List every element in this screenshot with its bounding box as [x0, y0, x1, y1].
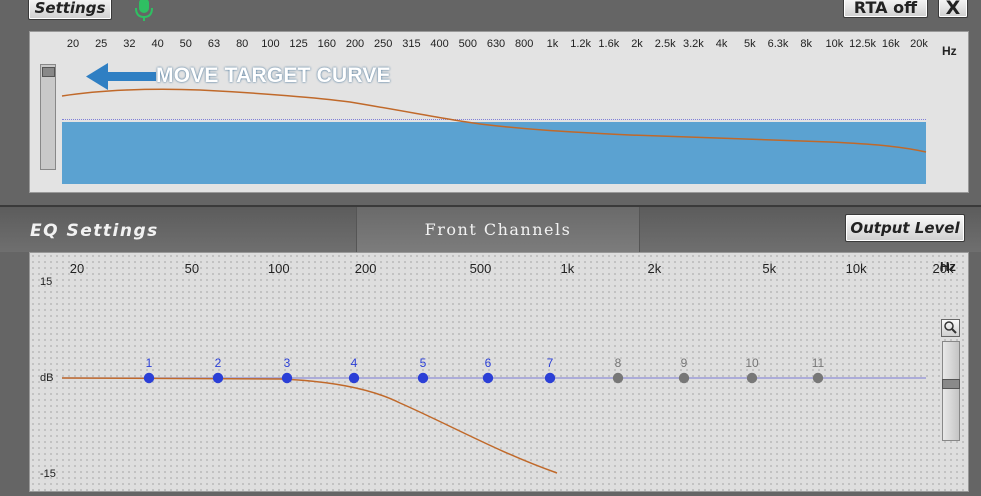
eq-band-point[interactable]: [612, 372, 624, 384]
eq-band-5[interactable]: 5: [417, 356, 429, 384]
eq-band-11[interactable]: 11: [812, 356, 825, 384]
eq-header-bar: EQ Settings Front Channels Output Level: [0, 205, 981, 252]
eq-band-4[interactable]: 4: [348, 356, 360, 384]
move-target-curve-annotation: MOVE TARGET CURVE: [156, 64, 391, 87]
eq-band-point[interactable]: [281, 372, 293, 384]
eq-band-9[interactable]: 9: [678, 356, 690, 384]
rta-toggle-button[interactable]: RTA off: [843, 0, 928, 18]
output-level-button[interactable]: Output Level: [845, 214, 965, 242]
eq-band-6[interactable]: 6: [482, 356, 494, 384]
eq-band-label: 7: [547, 356, 554, 370]
eq-band-point[interactable]: [812, 372, 824, 384]
eq-band-7[interactable]: 7: [544, 356, 556, 384]
eq-band-1[interactable]: 1: [143, 356, 155, 384]
eq-band-label: 11: [812, 356, 825, 370]
eq-band-label: 3: [284, 356, 291, 370]
eq-band-label: 5: [420, 356, 427, 370]
tab-front-channels[interactable]: Front Channels: [356, 207, 640, 252]
eq-zoom-slider-track[interactable]: [942, 341, 960, 441]
eq-band-label: 9: [681, 356, 688, 370]
eq-band-label: 1: [146, 356, 153, 370]
arrow-left-icon: [86, 63, 156, 90]
eq-band-label: 6: [485, 356, 492, 370]
eq-settings-title: EQ Settings: [30, 221, 159, 241]
settings-button[interactable]: Settings: [28, 0, 112, 20]
app-window: Settings RTA off X 20 25 32 40 50 63 80 100 125 1…: [0, 0, 981, 496]
eq-zoom-slider-thumb[interactable]: [942, 379, 960, 389]
eq-band-point[interactable]: [544, 372, 556, 384]
close-button[interactable]: X: [938, 0, 968, 19]
eq-band-point[interactable]: [417, 372, 429, 384]
eq-band-3[interactable]: 3: [281, 356, 293, 384]
eq-band-label: 2: [215, 356, 222, 370]
eq-band-point[interactable]: [678, 372, 690, 384]
eq-band-2[interactable]: 2: [212, 356, 224, 384]
microphone-icon[interactable]: [134, 0, 154, 22]
eq-band-label: 10: [745, 356, 759, 370]
eq-band-8[interactable]: 8: [612, 356, 624, 384]
eq-band-10[interactable]: 10: [745, 356, 759, 384]
eq-band-label: 8: [615, 356, 622, 370]
rta-panel: 20 25 32 40 50 63 80 100 125 160 200 250 315 400 500 63…: [29, 31, 969, 193]
eq-band-point[interactable]: [746, 372, 758, 384]
eq-response-curve: [61, 377, 558, 474]
eq-band-point[interactable]: [212, 372, 224, 384]
eq-graph-panel: 20 50 100 200 500 1k 2k 5k 10k 20k Hz 15 dB -15 1…: [29, 252, 969, 492]
eq-band-label: 4: [351, 356, 358, 370]
eq-band-point[interactable]: [143, 372, 155, 384]
eq-band-point[interactable]: [348, 372, 360, 384]
zoom-button[interactable]: [941, 319, 960, 337]
magnifier-icon: [944, 321, 957, 334]
eq-graph[interactable]: 1 2 3 4 5 6 7 8 9 10 11: [30, 253, 968, 491]
rta-target-curve[interactable]: [30, 32, 968, 192]
eq-band-point[interactable]: [482, 372, 494, 384]
